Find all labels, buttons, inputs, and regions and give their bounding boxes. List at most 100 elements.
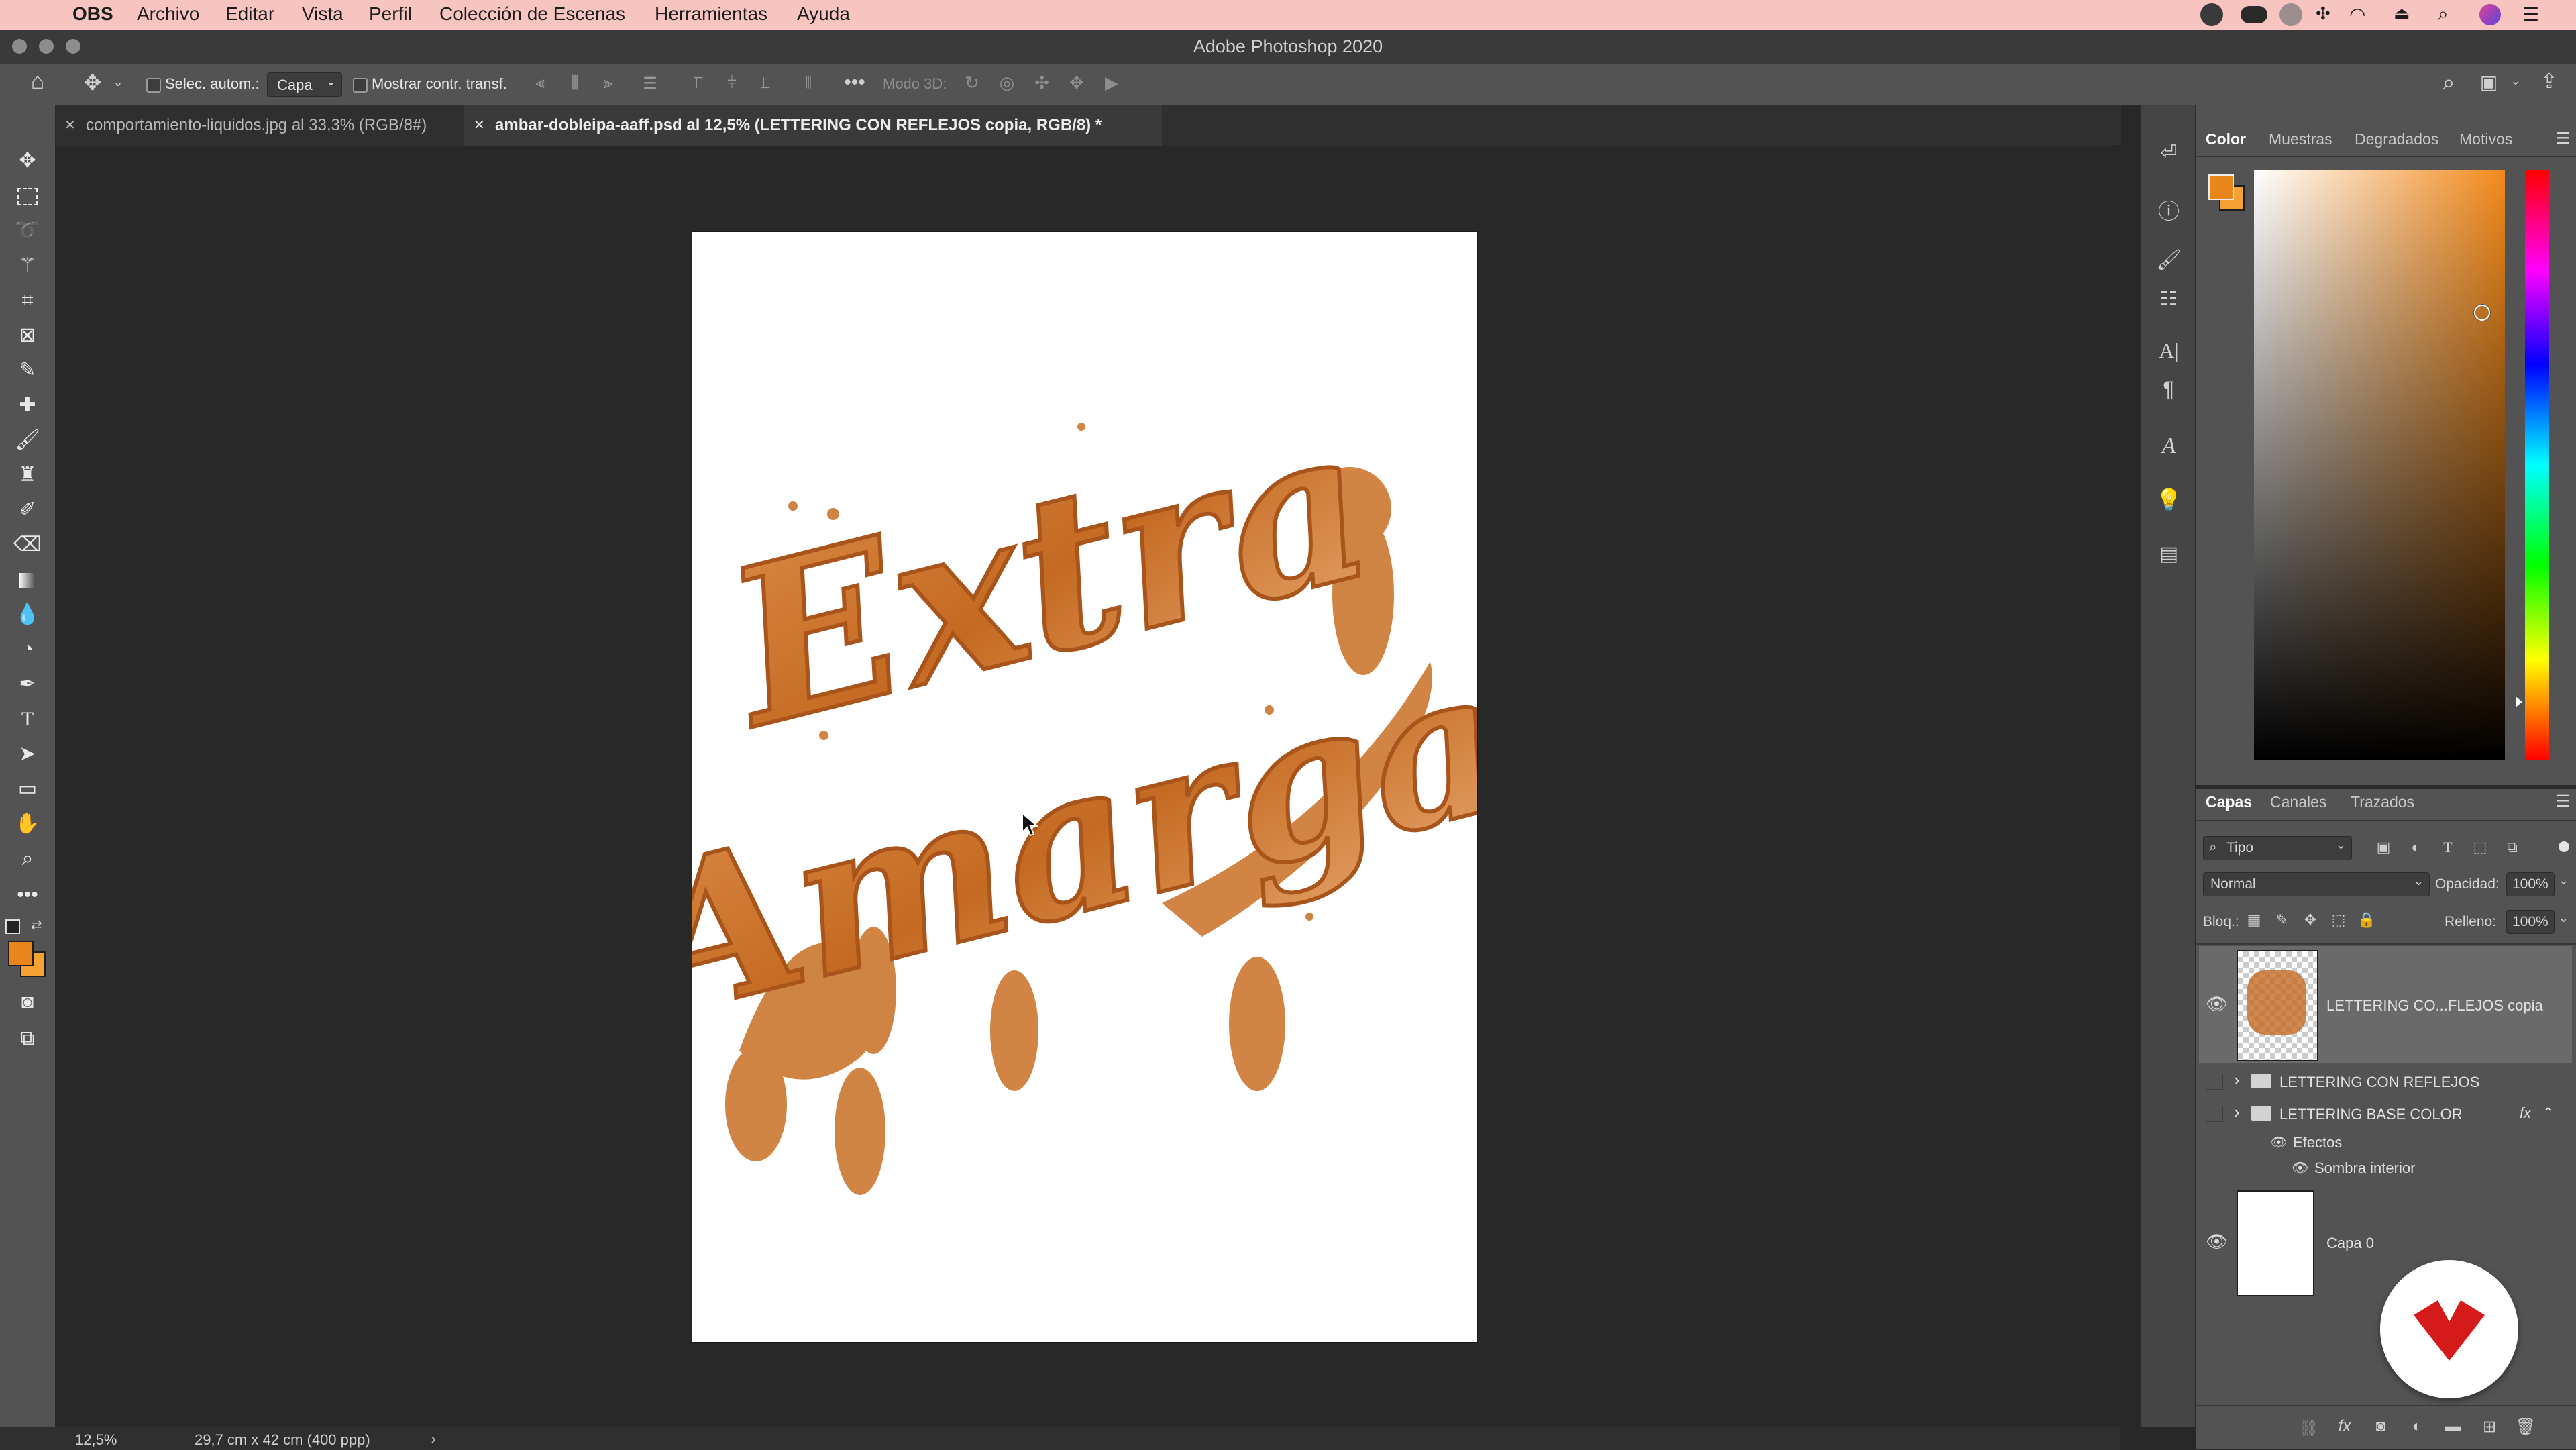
distribute-horizontal-icon[interactable]: ⫴ — [798, 74, 818, 93]
layer-effect-inner-shadow[interactable]: 👁 Sombra interior — [2199, 1155, 2572, 1180]
magic-wand-tool-icon[interactable]: ⚚ — [13, 251, 42, 280]
siri-icon[interactable] — [2479, 4, 2501, 25]
blur-tool-icon[interactable]: 💧 — [13, 600, 42, 629]
align-left-icon[interactable]: ⫷ — [530, 74, 550, 93]
show-transform-controls-checkbox[interactable] — [353, 78, 368, 93]
menu-coleccion-escenas[interactable]: Colección de Escenas — [439, 3, 625, 25]
history-brush-tool-icon[interactable]: ✐ — [13, 495, 42, 525]
layer-filter-dropdown[interactable]: ⌕ Tipo ⌄ — [2203, 836, 2352, 860]
fill-input[interactable]: 100% — [2506, 910, 2555, 934]
gradient-tool-icon[interactable] — [13, 565, 42, 594]
layer-effects-header[interactable]: 👁 Efectos — [2199, 1130, 2572, 1154]
frame-tool-icon[interactable]: ⊠ — [13, 321, 42, 350]
color-picker-field[interactable] — [2254, 170, 2505, 760]
add-mask-icon[interactable]: ◙ — [2369, 1417, 2392, 1436]
edit-toolbar-icon[interactable]: ••• — [13, 880, 42, 910]
close-tab-icon[interactable]: ✕ — [64, 105, 76, 146]
network-icon[interactable]: ✣ — [2316, 3, 2330, 24]
pan-3d-icon[interactable]: ✣ — [1030, 72, 1053, 93]
lock-transparency-icon[interactable]: ▦ — [2245, 911, 2263, 929]
spotlight-search-icon[interactable]: ⌕ — [2438, 3, 2449, 25]
move-tool-icon[interactable]: ✥ — [13, 146, 42, 176]
tab-ambar-dobleipa[interactable]: ✕ ambar-dobleipa-aaff.psd al 12,5% (LETT… — [464, 105, 1162, 146]
dodge-tool-icon[interactable]: ◔ — [13, 635, 42, 664]
adjustments-icon[interactable]: ☷ — [2155, 287, 2183, 311]
filter-adjustment-icon[interactable]: ◐ — [2406, 839, 2426, 856]
layer-fx-icon[interactable]: fx — [2520, 1104, 2531, 1122]
pen-tool-icon[interactable]: ✒ — [13, 670, 42, 699]
cloud-icon[interactable] — [2241, 6, 2267, 23]
glyphs-icon[interactable]: A — [2155, 433, 2183, 459]
paragraph-icon[interactable]: ¶ — [2155, 377, 2183, 402]
eye-visibility-icon[interactable]: 👁 — [2292, 1159, 2308, 1176]
lock-all-icon[interactable]: 🔒 — [2357, 911, 2376, 929]
document-canvas[interactable]: Extra Amarga — [692, 232, 1477, 1342]
share-icon[interactable]: ⇪ — [2536, 70, 2563, 93]
healing-brush-tool-icon[interactable]: ✚ — [13, 391, 42, 420]
chevron-right-icon[interactable]: › — [2234, 1102, 2240, 1123]
align-right-icon[interactable]: ⫸ — [598, 74, 619, 93]
layer-row-lettering-con-reflejos[interactable]: › LETTERING CON REFLEJOS — [2199, 1066, 2572, 1096]
filter-toggle-icon[interactable] — [2559, 841, 2569, 852]
tab-comportamiento-liquidos[interactable]: ✕ comportamiento-liquidos.jpg al 33,3% (… — [55, 105, 458, 146]
creative-cloud-icon[interactable] — [2200, 3, 2223, 26]
blend-mode-dropdown[interactable]: Normal ⌄ — [2203, 872, 2430, 896]
tab-trazados[interactable]: Trazados — [2351, 793, 2414, 811]
move-tool-preset-icon[interactable]: ✥ — [79, 70, 106, 95]
opacity-input[interactable]: 100% — [2506, 872, 2555, 896]
workspace-switcher-icon[interactable]: ▣ — [2475, 71, 2502, 93]
history-icon[interactable]: ⏎ — [2155, 141, 2183, 164]
hue-slider[interactable] — [2516, 170, 2549, 760]
new-adjustment-layer-icon[interactable]: ◐ — [2406, 1417, 2428, 1436]
swap-colors-icon[interactable]: ⇄ — [31, 917, 42, 933]
close-tab-icon[interactable]: ✕ — [474, 105, 485, 146]
panel-menu-icon[interactable]: ☰ — [2556, 129, 2571, 148]
screen-mode-icon[interactable]: ⧉ — [13, 1024, 42, 1053]
auto-select-checkbox[interactable] — [146, 78, 161, 93]
chevron-down-icon[interactable]: ⌄ — [111, 75, 125, 89]
foreground-color-swatch[interactable] — [8, 941, 34, 966]
chevron-down-icon[interactable]: ⌄ — [2559, 911, 2569, 925]
character-icon[interactable]: A| — [2155, 338, 2183, 363]
eject-icon[interactable]: ⏏ — [2394, 3, 2410, 24]
new-group-icon[interactable]: ▬ — [2442, 1417, 2465, 1436]
align-top-icon[interactable]: ☰ — [640, 74, 660, 93]
hand-tool-icon[interactable]: ✋ — [13, 809, 42, 839]
menu-ayuda[interactable]: Ayuda — [797, 3, 850, 25]
wifi-icon[interactable]: ◠ — [2349, 3, 2365, 25]
roll-3d-icon[interactable]: ◎ — [996, 72, 1018, 93]
video-3d-icon[interactable]: ▶ — [1100, 72, 1123, 93]
distribute-top-icon[interactable]: ⫪ — [688, 74, 708, 93]
tab-motivos[interactable]: Motivos — [2459, 130, 2512, 148]
hue-slider-handle[interactable] — [2516, 696, 2522, 707]
menu-herramientas[interactable]: Herramientas — [655, 3, 767, 25]
distribute-bottom-icon[interactable]: ⫫ — [755, 74, 775, 93]
clone-stamp-tool-icon[interactable]: ♜ — [13, 460, 42, 490]
chevron-right-icon[interactable]: › — [2234, 1070, 2240, 1090]
libraries-icon[interactable]: ▤ — [2155, 542, 2183, 566]
tab-muestras[interactable]: Muestras — [2269, 130, 2332, 148]
color-picker-handle[interactable] — [2474, 305, 2490, 321]
layers-panel-menu-icon[interactable]: ☰ — [2556, 792, 2571, 811]
chevron-up-icon[interactable]: ⌃ — [2542, 1104, 2554, 1121]
menu-perfil[interactable]: Perfil — [369, 3, 412, 25]
brushes-icon[interactable]: 🖌 — [2155, 248, 2183, 272]
zoom-level[interactable]: 12,5% — [75, 1431, 117, 1449]
marquee-tool-icon[interactable] — [13, 181, 42, 211]
quick-mask-icon[interactable]: ◙ — [13, 988, 42, 1017]
lock-position-icon[interactable]: ✥ — [2301, 911, 2320, 929]
menu-archivo[interactable]: Archivo — [137, 3, 199, 25]
type-tool-icon[interactable]: T — [13, 705, 42, 734]
home-icon[interactable]: ⌂ — [24, 68, 51, 95]
eye-visibility-icon[interactable]: 👁 — [2206, 1233, 2228, 1250]
lasso-tool-icon[interactable]: ➰ — [13, 216, 42, 246]
link-layers-icon[interactable]: ⛓ — [2297, 1418, 2320, 1438]
visibility-toggle-off[interactable] — [2206, 1074, 2223, 1090]
chevron-down-icon[interactable]: ⌄ — [2559, 874, 2569, 888]
crop-tool-icon[interactable]: ⌗ — [13, 286, 42, 315]
tab-degradados[interactable]: Degradados — [2355, 130, 2438, 148]
layer-row-lettering-base-color[interactable]: › LETTERING BASE COLOR fx ⌃ — [2199, 1098, 2572, 1129]
default-colors-icon[interactable] — [5, 919, 20, 934]
add-layer-style-icon[interactable]: fx — [2333, 1417, 2356, 1436]
eyedropper-tool-icon[interactable]: ✎ — [13, 356, 42, 385]
